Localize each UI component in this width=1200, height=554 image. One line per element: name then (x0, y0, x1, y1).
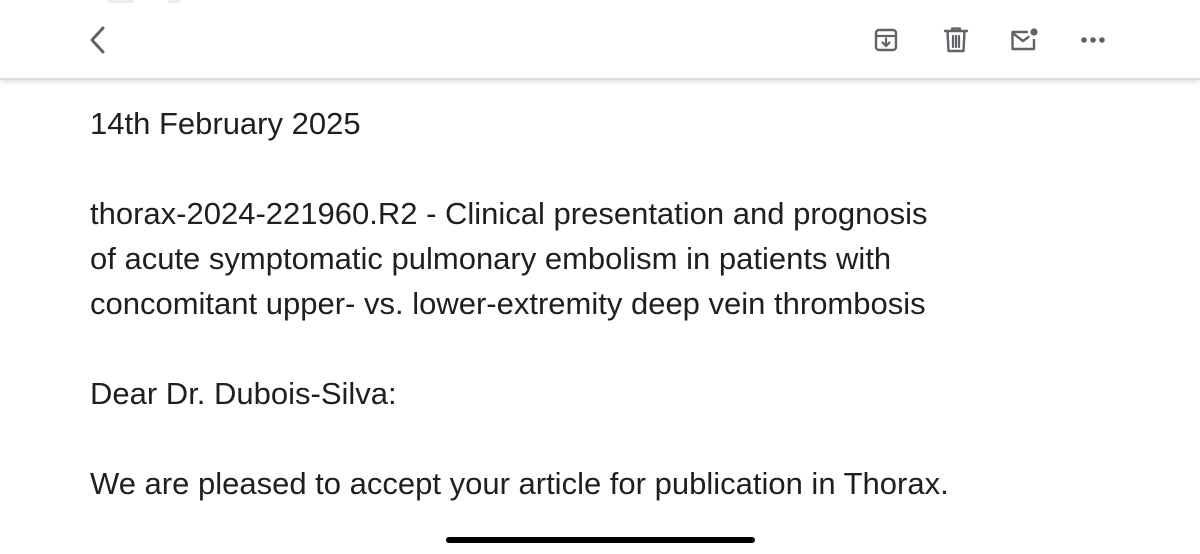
more-options-button[interactable] (1071, 18, 1115, 62)
email-subject: thorax-2024-221960.R2 - Clinical present… (90, 191, 1170, 326)
scrolled-content-edge (108, 0, 308, 4)
email-message: We are pleased to accept your article fo… (90, 466, 949, 501)
archive-button[interactable] (864, 18, 908, 62)
home-indicator[interactable] (446, 537, 755, 543)
top-app-bar (0, 0, 1200, 80)
subject-line: of acute symptomatic pulmonary embolism … (90, 241, 892, 276)
delete-button[interactable] (934, 18, 978, 62)
mark-unread-button[interactable] (1002, 18, 1046, 62)
trash-icon (943, 27, 969, 53)
subject-line: concomitant upper- vs. lower-extremity d… (90, 286, 926, 321)
subject-line: thorax-2024-221960.R2 - Clinical present… (90, 196, 928, 231)
email-greeting: Dear Dr. Dubois-Silva: (90, 376, 397, 411)
more-horizontal-icon (1081, 37, 1105, 43)
back-button[interactable] (76, 18, 120, 62)
chevron-left-icon (90, 26, 105, 54)
email-date: 14th February 2025 (90, 106, 361, 141)
archive-icon (874, 28, 898, 52)
mail-unread-icon (1011, 28, 1038, 51)
email-body: 14th February 2025 thorax-2024-221960.R2… (90, 101, 1170, 506)
